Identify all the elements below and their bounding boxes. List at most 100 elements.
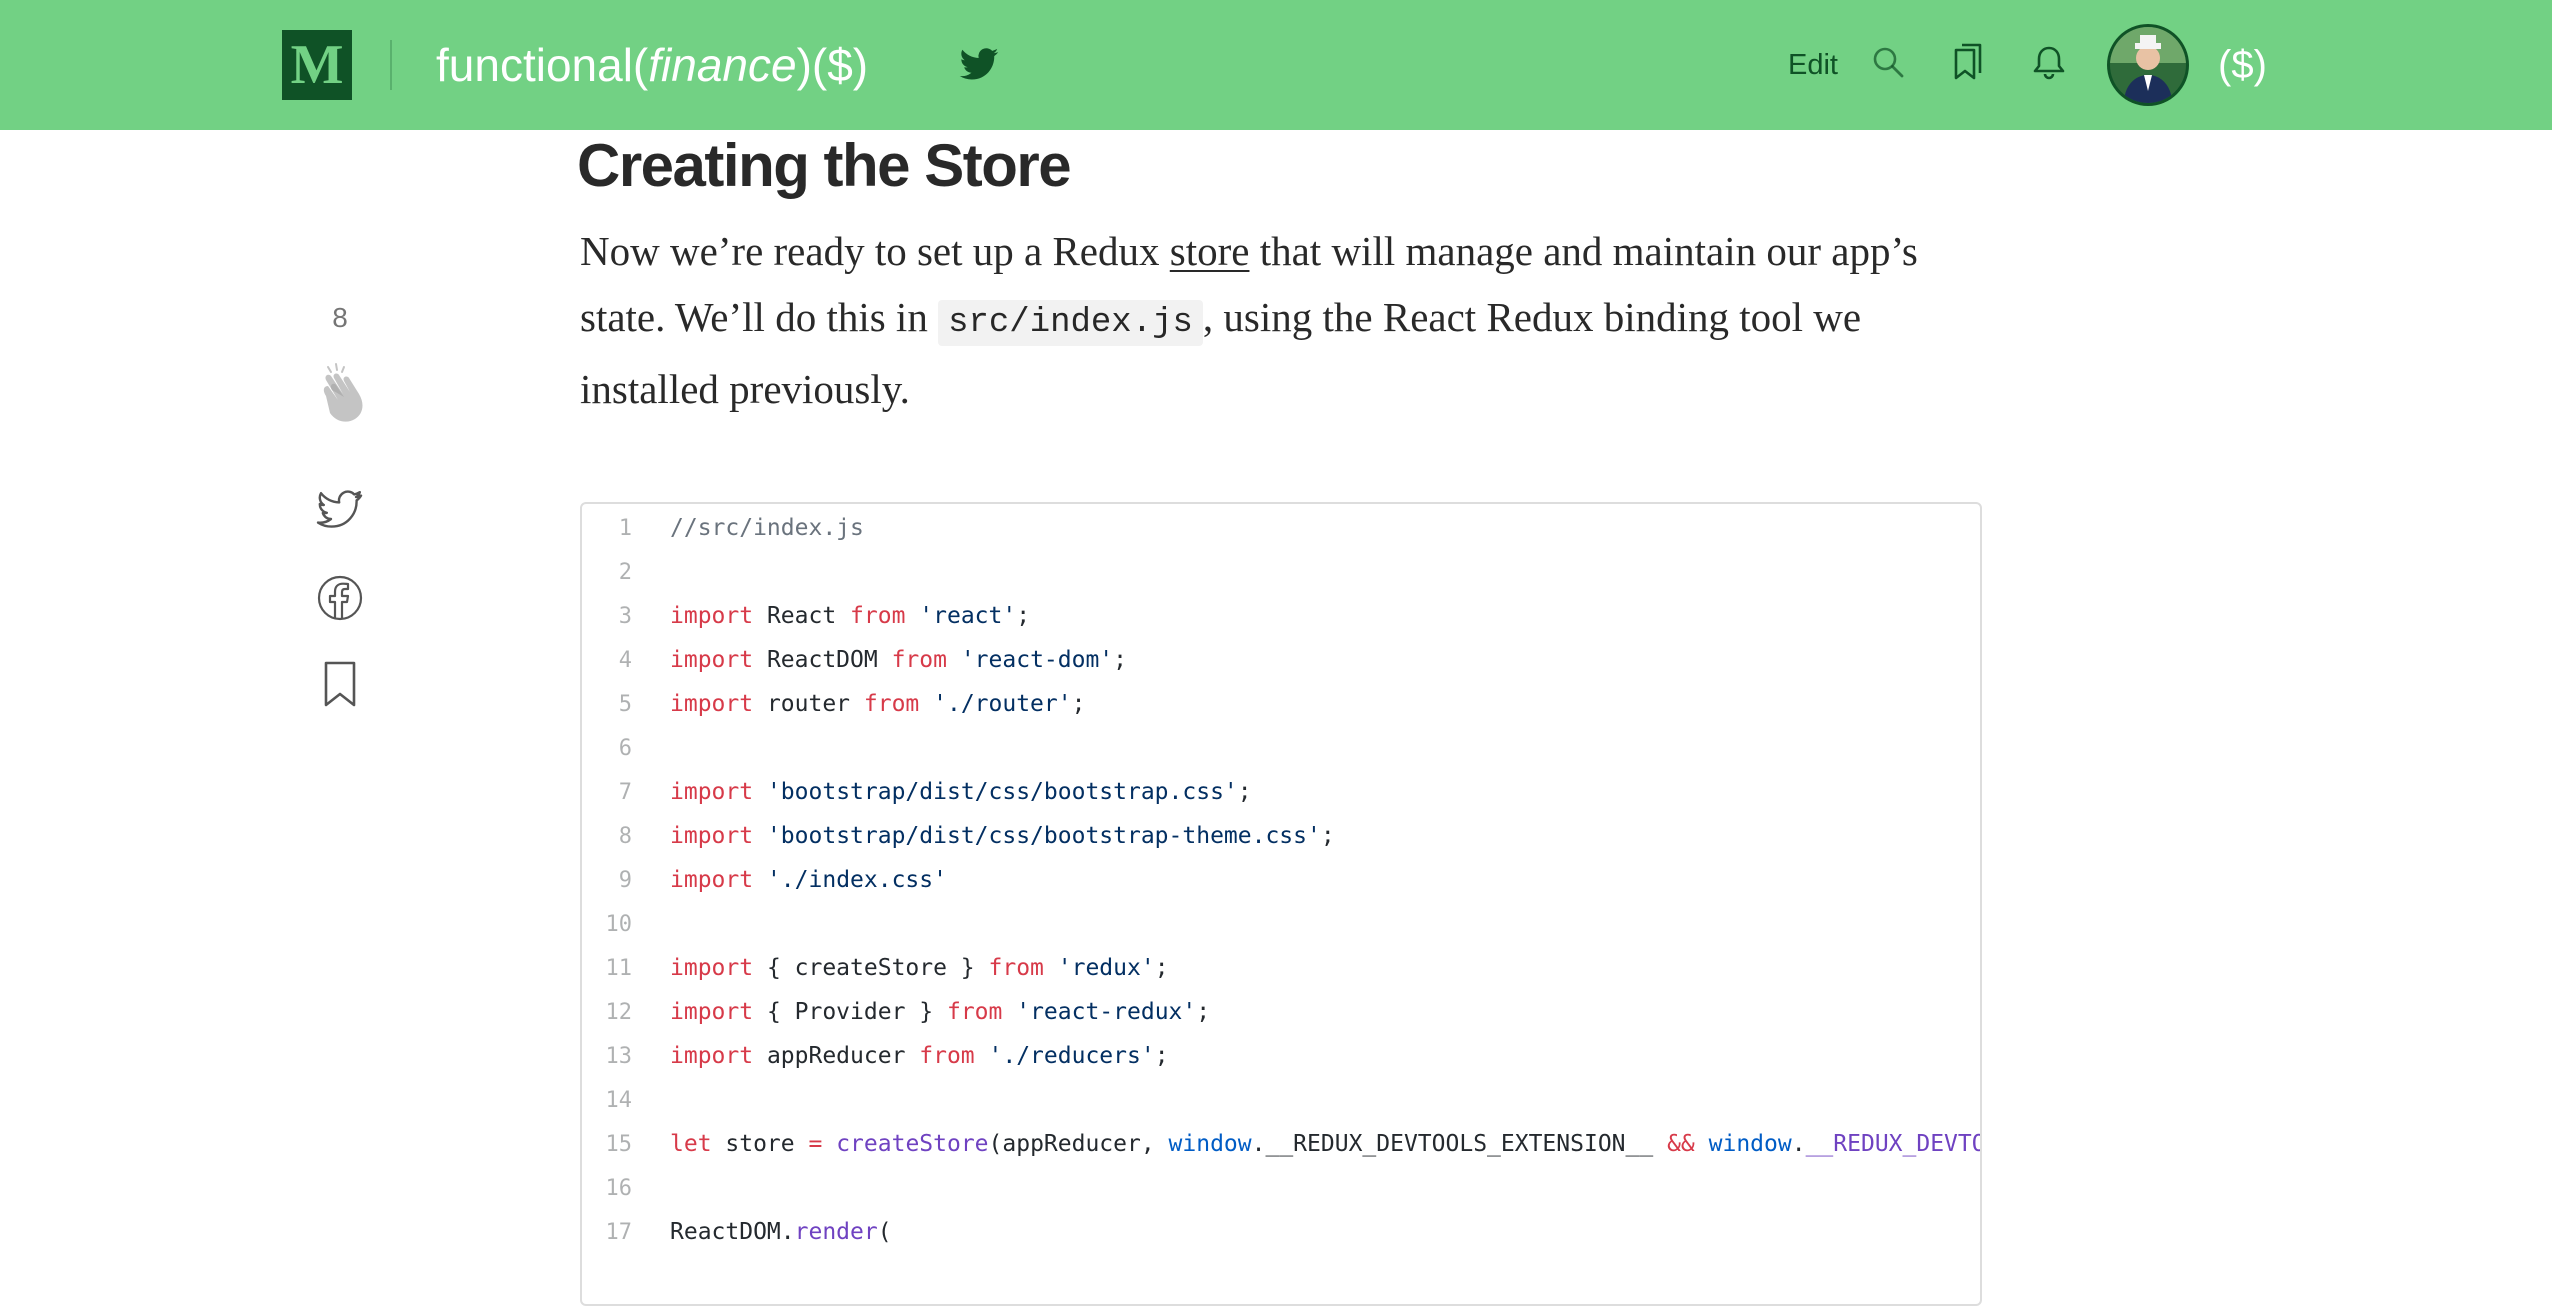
code-token: router [753, 691, 864, 717]
line-number: 3 [618, 603, 632, 629]
code-token: createStore [836, 1131, 989, 1157]
line-number: 17 [605, 1219, 633, 1245]
store-link[interactable]: store [1170, 228, 1250, 274]
code-line: 5 import router from './router'; [582, 682, 1980, 726]
bell-icon[interactable] [2026, 40, 2072, 86]
code-token: 'bootstrap/dist/css/bootstrap.css' [766, 779, 1238, 805]
publication-title-suffix: )($) [796, 39, 869, 91]
code-block[interactable]: 1 //src/index.js 2 3 import React from 'reac… [580, 502, 1982, 1306]
publication-title[interactable]: functional(finance)($) [436, 30, 868, 100]
code-line: 11 import { createStore } from 'redux'; [582, 946, 1980, 990]
code-line: 12 import { Provider } from 'react-redux'… [582, 990, 1980, 1034]
code-token: ; [1154, 1043, 1169, 1069]
code-token: from [946, 999, 1003, 1025]
code-text: ReactDOM.render( [670, 1219, 892, 1245]
code-token: ; [1016, 603, 1031, 629]
code-token: from [850, 603, 906, 629]
line-number: 6 [618, 735, 632, 761]
twitter-share-icon[interactable] [316, 488, 364, 532]
line-number: 1 [618, 515, 632, 541]
code-token: ; [1196, 999, 1211, 1025]
code-token: ; [1154, 955, 1169, 981]
code-line: 16 [582, 1166, 1980, 1210]
inline-code: src/index.js [938, 300, 1203, 346]
code-line: 2 [582, 550, 1980, 594]
article-paragraph: Now we’re ready to set up a Redux store … [580, 218, 1980, 422]
bookmark-icon[interactable] [322, 660, 358, 708]
code-line: 9 import './index.css' [582, 858, 1980, 902]
clap-count: 8 [332, 302, 348, 333]
code-line: 15 let store = createStore(appReducer, wi… [582, 1122, 1981, 1166]
code-token: 'react-redux' [1016, 999, 1197, 1025]
code-line: 13 import appReducer from './reducers'; [582, 1034, 1980, 1078]
code-token: ; [1320, 823, 1335, 849]
line-number: 7 [618, 779, 632, 805]
avatar[interactable] [2110, 27, 2186, 103]
code-text: import './index.css' [670, 867, 947, 893]
code-line: 14 [582, 1078, 1980, 1122]
paragraph-text-1: Now we’re ready to set up a Redux [580, 228, 1170, 274]
code-text: import 'bootstrap/dist/css/bootstrap-the… [670, 823, 1335, 849]
code-token: ; [1071, 691, 1086, 717]
line-number: 12 [605, 999, 633, 1025]
code-token: 'react-dom' [960, 647, 1114, 673]
bookmarks-icon[interactable] [1942, 40, 1988, 86]
currency-link[interactable]: ($) [2218, 40, 2267, 90]
code-token: //src/index.js [670, 515, 864, 541]
code-text: import { Provider } from 'react-redux'; [670, 999, 1210, 1025]
code-token: .__REDUX_DEVTOOLS_EXTENSION__ [1251, 1131, 1668, 1157]
code-line: 6 [582, 726, 1980, 770]
code-token: import [670, 691, 754, 717]
medium-logo[interactable]: M [282, 30, 352, 100]
code-token: import [670, 823, 754, 849]
facebook-icon[interactable] [316, 574, 364, 622]
code-token: ; [1113, 647, 1128, 673]
code-line: 17 ReactDOM.render( [582, 1210, 1980, 1254]
twitter-icon[interactable] [958, 44, 1000, 86]
code-token: ReactDOM. [670, 1219, 795, 1245]
code-token: 'redux' [1057, 955, 1155, 981]
line-number: 2 [618, 559, 632, 585]
code-token: import [670, 867, 754, 893]
code-line: 10 [582, 902, 1980, 946]
search-icon[interactable] [1866, 40, 1912, 86]
code-token: ; [1237, 779, 1252, 805]
code-line: 3 import React from 'react'; [582, 594, 1980, 638]
code-token: React [753, 603, 851, 629]
code-line: 8 import 'bootstrap/dist/css/bootstrap-th… [582, 814, 1980, 858]
publication-header: M functional(finance)($) Edit ($) [0, 0, 2552, 130]
code-text: //src/index.js [670, 515, 864, 541]
line-number: 13 [605, 1043, 633, 1069]
code-token: from [919, 1043, 975, 1069]
code-token: import [670, 603, 754, 629]
code-token: ( [877, 1219, 892, 1245]
code-token: { Provider } [753, 999, 947, 1025]
code-token: . [1791, 1131, 1806, 1157]
code-token: './index.css' [766, 867, 947, 893]
code-line: 1 //src/index.js [582, 506, 1980, 550]
line-number: 14 [605, 1087, 633, 1113]
code-token: './reducers' [988, 1043, 1155, 1069]
code-token: window [1168, 1131, 1252, 1157]
code-token: from [863, 691, 920, 717]
line-number: 5 [618, 691, 632, 717]
clap-icon[interactable] [306, 360, 370, 436]
code-token: import [670, 647, 754, 673]
code-token: { createStore } [753, 955, 989, 981]
avatar-image [2110, 27, 2186, 103]
code-line: 7 import 'bootstrap/dist/css/bootstrap.cs… [582, 770, 1980, 814]
line-number: 10 [605, 911, 633, 937]
code-token: import [670, 999, 754, 1025]
line-number: 8 [618, 823, 632, 849]
code-token: import [670, 779, 754, 805]
code-token: from [891, 647, 947, 673]
edit-link[interactable]: Edit [1788, 44, 1838, 86]
